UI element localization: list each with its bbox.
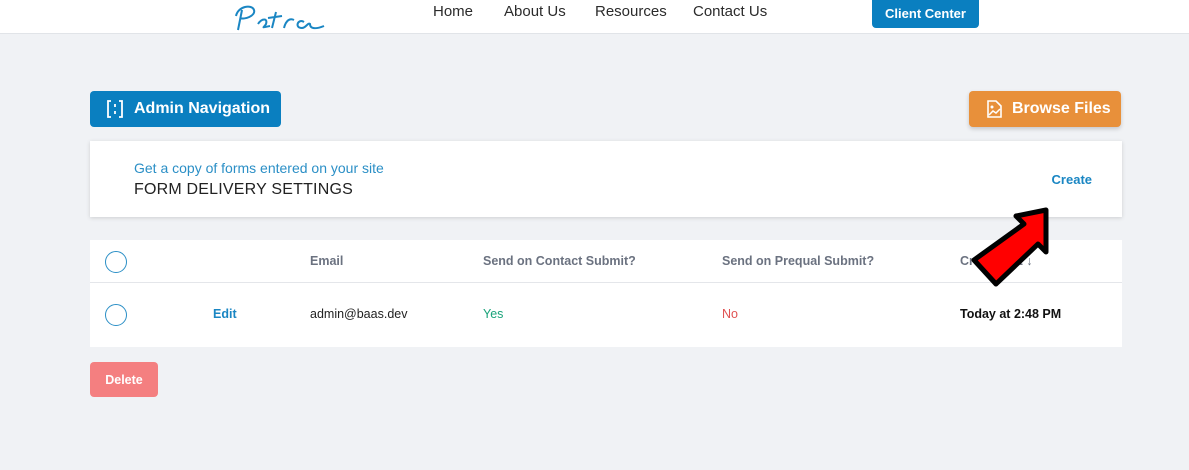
table-row: Edit admin@baas.dev Yes No Today at 2:48… (90, 283, 1122, 347)
delete-button[interactable]: Delete (90, 362, 158, 397)
nav-resources[interactable]: Resources (595, 3, 667, 20)
row-select-checkbox[interactable] (105, 304, 127, 326)
create-link[interactable]: Create (1052, 172, 1092, 187)
column-contact-submit[interactable]: Send on Contact Submit? (483, 254, 636, 268)
card-subtitle: Get a copy of forms entered on your site (134, 160, 384, 176)
select-all-checkbox[interactable] (105, 251, 127, 273)
client-center-button[interactable]: Client Center (872, 0, 979, 28)
edit-link[interactable]: Edit (213, 307, 237, 321)
image-file-icon (987, 100, 1002, 118)
browse-files-button[interactable]: Browse Files (969, 91, 1121, 127)
column-prequal-submit[interactable]: Send on Prequal Submit? (722, 254, 874, 268)
row-contact-submit: Yes (483, 307, 504, 321)
browse-files-label: Browse Files (1012, 100, 1111, 117)
nav-home[interactable]: Home (433, 3, 473, 20)
card-title: FORM DELIVERY SETTINGS (134, 181, 353, 198)
column-email[interactable]: Email (310, 254, 343, 268)
red-arrow-icon (971, 207, 1049, 287)
row-prequal-submit: No (722, 307, 738, 321)
row-created-at: Today at 2:48 PM (960, 307, 1062, 321)
row-email: admin@baas.dev (310, 307, 408, 321)
admin-navigation-button[interactable]: Admin Navigation (90, 91, 281, 127)
admin-navigation-label: Admin Navigation (134, 100, 271, 117)
petra-logo[interactable] (232, 0, 328, 34)
top-navbar: Home About Us Resources Contact Us Clien… (0, 0, 1189, 34)
nav-about-us[interactable]: About Us (504, 3, 566, 20)
nav-contact-us[interactable]: Contact Us (693, 3, 767, 20)
panel-brackets-icon (107, 100, 123, 118)
